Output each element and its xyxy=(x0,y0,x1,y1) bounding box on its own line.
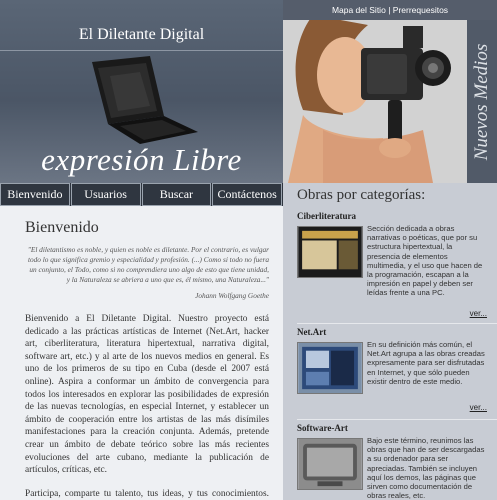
category-description: Bajo este término, reunimos las obras qu… xyxy=(367,436,485,500)
sitemap-link[interactable]: Mapa del Sitio xyxy=(332,5,386,15)
link-separator: | xyxy=(388,5,391,15)
main-content: Bienvenido "El diletantismo es noble, y … xyxy=(0,206,283,500)
requirements-link[interactable]: Prerrequesitos xyxy=(393,5,448,15)
vertical-title: Nuevos Medios xyxy=(471,43,492,161)
nav-item-buscar[interactable]: Buscar xyxy=(141,183,212,206)
vertical-title-bar: Nuevos Medios xyxy=(467,20,497,183)
category-title: Software-Art xyxy=(297,423,348,433)
category-netart: Net.Art En su definición más común, el N… xyxy=(297,327,487,419)
nav-item-usuarios[interactable]: Usuarios xyxy=(70,183,141,206)
category-more-link[interactable]: ver... xyxy=(470,403,487,412)
category-divider xyxy=(297,419,497,420)
category-more-link[interactable]: ver... xyxy=(470,309,487,318)
header-photo xyxy=(283,20,467,183)
category-divider xyxy=(297,323,497,324)
category-description: En su definición más común, el Net.Art a… xyxy=(367,340,485,386)
quote-author: Johann Wolfgang Goethe xyxy=(195,291,269,300)
netart-thumbnail[interactable] xyxy=(297,342,363,394)
category-softwareart: Software-Art Bajo este término, reunimos… xyxy=(297,423,487,500)
top-links: Mapa del Sitio | Prerrequesitos xyxy=(283,0,497,20)
category-ciberliteratura: Ciberliteratura Sección dedicada a obras… xyxy=(297,211,487,323)
quote: "El diletantismo es noble, y quien es no… xyxy=(27,245,269,284)
slogan: expresión Libre xyxy=(41,142,242,177)
laptop-image xyxy=(92,56,198,144)
categories-sidebar: Obras por categorías: Ciberliteratura Se… xyxy=(283,183,497,500)
ciberliteratura-thumbnail[interactable] xyxy=(297,226,363,278)
main-nav: Bienvenido Usuarios Buscar Contáctenos xyxy=(0,183,283,206)
page-title: Bienvenido xyxy=(25,219,99,236)
nav-item-contactenos[interactable]: Contáctenos xyxy=(212,183,282,206)
participate-paragraph: Participa, comparte tu talento, tus idea… xyxy=(25,488,269,499)
site-title: El Diletante Digital xyxy=(78,26,205,43)
category-title: Ciberliteratura xyxy=(297,211,356,221)
nav-item-bienvenido[interactable]: Bienvenido xyxy=(0,183,70,206)
sidebar-title: Obras por categorías: xyxy=(297,187,426,203)
softwareart-thumbnail[interactable] xyxy=(297,438,363,490)
site-banner: El Diletante Digital expresión Libre xyxy=(0,0,283,183)
category-title: Net.Art xyxy=(297,327,327,337)
category-description: Sección dedicada a obras narrativas o po… xyxy=(367,224,483,298)
banner-divider xyxy=(0,50,283,51)
welcome-paragraph: Bienvenido a El Diletante Digital. Nuest… xyxy=(25,314,269,476)
woman-with-camera-image xyxy=(283,20,467,183)
